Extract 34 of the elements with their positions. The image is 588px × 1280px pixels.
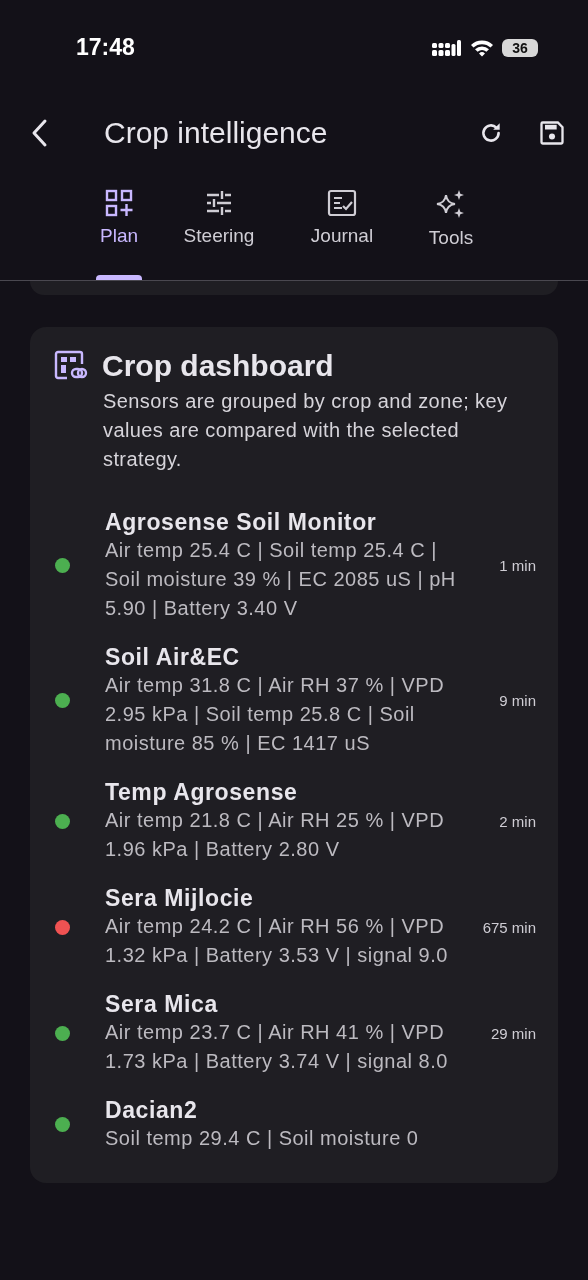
sensor-readings: Soil temp 29.4 C | Soil moisture 0 <box>105 1126 420 1151</box>
sensor-readings: Air temp 25.4 C | Soil temp 25.4 C | Soil moisture 39 % | EC 2085 uS | pH 5.90 | Battery 3.40 V <box>105 538 457 621</box>
sensor-name: Soil Air&EC <box>105 643 241 671</box>
tab[interactable]: Steering <box>164 187 274 279</box>
sensor-name: Dacian2 <box>105 1096 199 1124</box>
status-time: 17:48 <box>76 34 135 61</box>
update-age: 9 min <box>498 692 536 709</box>
update-age: 29 min <box>489 1024 536 1042</box>
sensor-readings: Air temp 21.8 C | Air RH 25 % | VPD 1.96 kPa | Battery 2.80 V <box>105 808 446 862</box>
tab[interactable]: Plan <box>84 187 154 279</box>
back-icon[interactable] <box>30 118 48 148</box>
screen-title: Crop intelligence <box>104 116 329 150</box>
update-age: 1 min <box>498 557 536 574</box>
sensor-readings: Air temp 31.8 C | Air RH 37 % | VPD 2.95 kPa | Soil temp 25.8 C | Soil moisture 85 % | EC 1417 uS <box>105 673 446 756</box>
sensor-readings: Air temp 23.7 C | Air RH 41 % | VPD 1.73 kPa | Battery 3.74 V | signal 8.0 <box>105 1020 449 1074</box>
save-icon[interactable] <box>538 119 566 147</box>
update-age: 675 min <box>481 918 536 936</box>
update-age: 2 min <box>498 812 536 830</box>
tab[interactable]: Journal <box>288 187 396 279</box>
wifi-icon <box>470 38 494 57</box>
sensor-name: Sera Mijlocie <box>105 884 255 912</box>
sensor-name: Sera Mica <box>105 990 219 1018</box>
dashboard-link-icon <box>54 350 88 382</box>
card-description: Sensors are grouped by crop and zone; key values are compared with the selected strategy. <box>103 389 509 472</box>
card-title: Crop dashboard <box>102 349 334 383</box>
signal-icon <box>432 38 462 57</box>
tab[interactable]: Tools <box>406 187 496 279</box>
sliders-icon <box>205 189 233 217</box>
sensor-readings: Air temp 24.2 C | Air RH 56 % | VPD 1.32 kPa | Battery 3.53 V | signal 9.0 <box>105 914 449 968</box>
sensor-name: Agrosense Soil Monitor <box>105 508 378 536</box>
sensor-name: Temp Agrosense <box>105 778 299 806</box>
grid-plus-icon <box>105 189 133 217</box>
checklist-icon <box>327 189 357 217</box>
battery-indicator: 36 <box>502 38 538 57</box>
